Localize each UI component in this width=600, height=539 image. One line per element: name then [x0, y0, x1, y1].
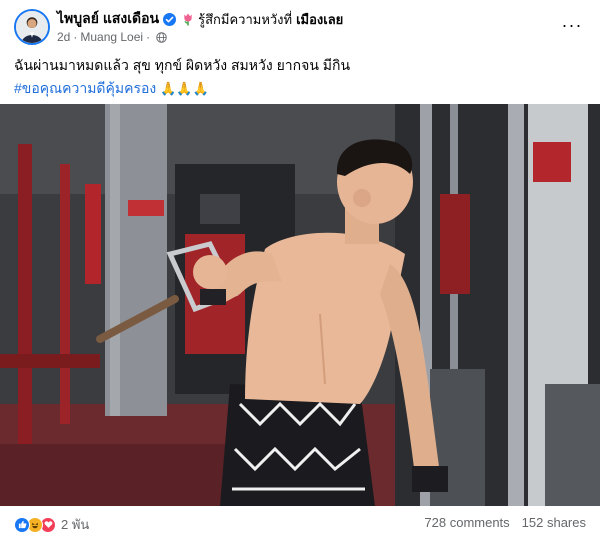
- post-location[interactable]: Muang Loei: [80, 30, 143, 44]
- verified-badge-icon: [163, 12, 177, 26]
- feeling-text: รู้สึกมีความหวังที่: [198, 11, 293, 27]
- reaction-count: 2 พัน: [61, 517, 90, 532]
- more-options-button[interactable]: ···: [560, 13, 584, 37]
- author-name[interactable]: ไพบูลย์ แสงเดือน: [57, 8, 159, 30]
- tulip-emoji-icon: [184, 13, 192, 26]
- author-avatar[interactable]: [14, 9, 50, 45]
- avatar-image: [16, 11, 48, 43]
- hashtag-link[interactable]: #ขอคุณความดีคุ้มครอง: [14, 78, 156, 100]
- post-timestamp[interactable]: 2d: [57, 30, 70, 44]
- post-meta: 2d · Muang Loei ·: [57, 30, 167, 44]
- comments-count-link[interactable]: 728 comments: [424, 515, 509, 530]
- reaction-summary[interactable]: 2 พัน: [14, 514, 89, 535]
- shares-count-link[interactable]: 152 shares: [522, 515, 586, 530]
- like-icon: [14, 516, 30, 533]
- post-text: ฉันผ่านมาหมดแล้ว สุข ทุกข์ ผิดหวัง สมหวั…: [14, 57, 351, 73]
- gym-photo-image: [0, 104, 600, 506]
- engagement-counts: 728 comments 152 shares: [424, 515, 586, 530]
- hashtag-line: #ขอคุณความดีคุ้มครอง 🙏🙏🙏: [14, 78, 209, 100]
- meta-separator: ·: [146, 30, 151, 44]
- meta-separator: ·: [73, 30, 78, 44]
- post-photo[interactable]: [0, 104, 600, 506]
- praying-hands-icon: 🙏🙏🙏: [160, 81, 209, 97]
- globe-icon: [156, 31, 167, 43]
- feeling-place-link[interactable]: เมืองเลย: [296, 9, 343, 30]
- author-line: ไพบูลย์ แสงเดือน รู้สึกมีความหวังที่ เมื…: [57, 10, 343, 28]
- facebook-post: ไพบูลย์ แสงเดือน รู้สึกมีความหวังที่ เมื…: [0, 0, 600, 539]
